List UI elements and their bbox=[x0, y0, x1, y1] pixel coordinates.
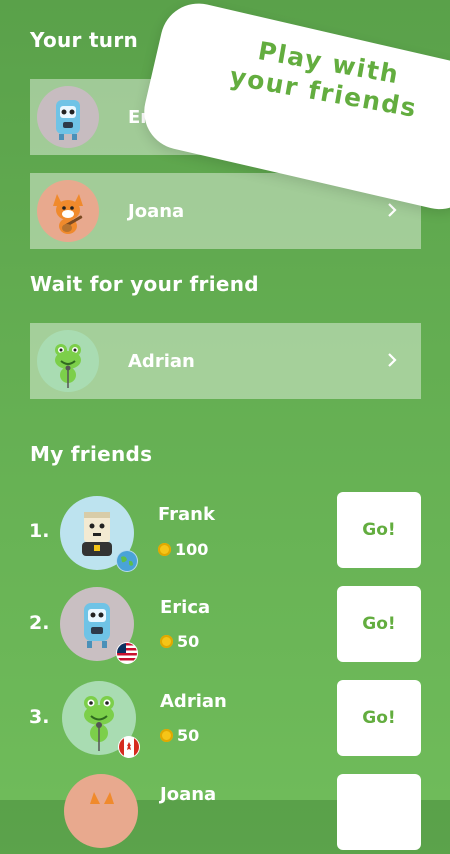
frog-singer-avatar bbox=[37, 330, 99, 392]
coin-icon bbox=[158, 543, 171, 556]
section-title-wait: Wait for your friend bbox=[30, 272, 259, 296]
friend-rank: 2. bbox=[29, 612, 50, 634]
friend-row-adrian: 3. Adrian 50 Go! bbox=[0, 680, 450, 764]
game-row-name: Joana bbox=[128, 200, 185, 222]
coin-count: 50 bbox=[177, 726, 200, 745]
friend-row-joana: Joana bbox=[0, 774, 450, 854]
go-button[interactable]: Go! bbox=[337, 680, 421, 756]
game-row-adrian[interactable]: Adrian bbox=[30, 323, 421, 399]
friend-coins: 100 bbox=[158, 540, 208, 559]
section-title-your-turn: Your turn bbox=[30, 28, 139, 52]
chevron-right-icon bbox=[381, 199, 403, 221]
coin-count: 50 bbox=[177, 632, 200, 651]
game-row-name: Adrian bbox=[128, 350, 195, 372]
go-button[interactable]: Go! bbox=[337, 586, 421, 662]
fox-guitar-avatar[interactable] bbox=[64, 774, 138, 848]
friend-coins: 50 bbox=[160, 726, 199, 745]
globe-icon bbox=[116, 550, 138, 572]
friend-rank: 1. bbox=[29, 520, 50, 542]
go-button[interactable] bbox=[337, 774, 421, 850]
canada-flag-icon bbox=[118, 736, 140, 758]
friend-row-frank: 1. Frank 100 Go! bbox=[0, 492, 450, 576]
section-title-my-friends: My friends bbox=[30, 442, 153, 466]
us-flag-icon bbox=[116, 642, 138, 664]
friend-name: Adrian bbox=[160, 691, 227, 712]
friend-name: Joana bbox=[160, 784, 217, 805]
friend-name: Frank bbox=[158, 504, 215, 525]
coin-icon bbox=[160, 729, 173, 742]
coin-icon bbox=[160, 635, 173, 648]
chevron-right-icon bbox=[381, 349, 403, 371]
friend-coins: 50 bbox=[160, 632, 199, 651]
blue-robot-avatar bbox=[37, 86, 99, 148]
friend-rank: 3. bbox=[29, 706, 50, 728]
fox-guitar-avatar bbox=[37, 180, 99, 242]
coin-count: 100 bbox=[175, 540, 209, 559]
friend-row-erica: 2. Erica 50 Go! bbox=[0, 586, 450, 670]
go-button[interactable]: Go! bbox=[337, 492, 421, 568]
friend-name: Erica bbox=[160, 597, 211, 618]
